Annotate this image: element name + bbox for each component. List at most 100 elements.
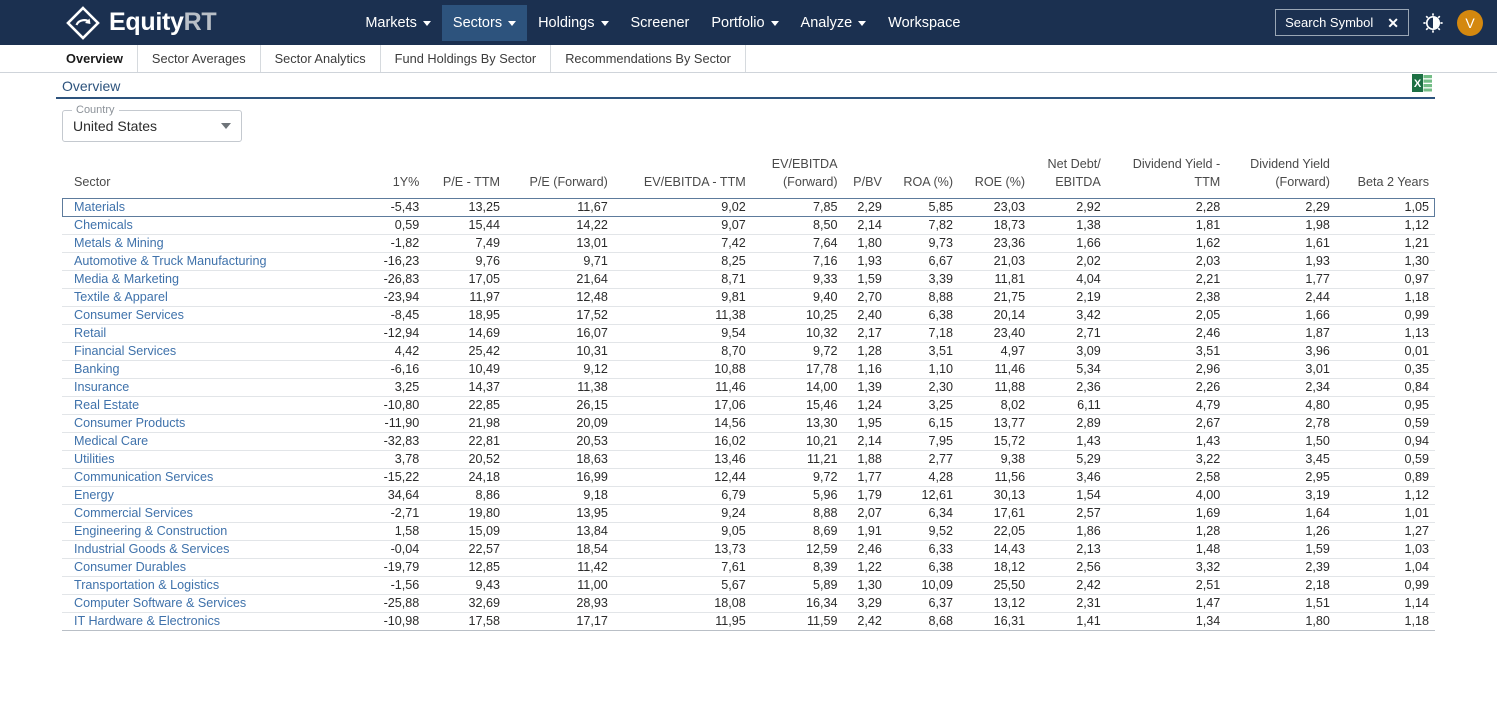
sector-link[interactable]: Engineering & Construction [62, 522, 372, 540]
table-row[interactable]: Banking-6,1610,499,1210,8817,781,161,101… [62, 360, 1435, 378]
metric-cell: 1,28 [844, 342, 888, 360]
sector-link[interactable]: Consumer Services [62, 306, 372, 324]
nav-item-analyze[interactable]: Analyze [790, 5, 878, 41]
table-row[interactable]: Industrial Goods & Services-0,0422,5718,… [62, 540, 1435, 558]
column-header-sector[interactable]: Sector [62, 154, 372, 198]
sector-link[interactable]: Insurance [62, 378, 372, 396]
metric-cell: 2,38 [1107, 288, 1227, 306]
sector-link[interactable]: Chemicals [62, 216, 372, 234]
nav-label-screener: Screener [631, 15, 690, 31]
nav-label-holdings: Holdings [538, 15, 594, 31]
sector-link[interactable]: Automotive & Truck Manufacturing [62, 252, 372, 270]
table-row[interactable]: Media & Marketing-26,8317,0521,648,719,3… [62, 270, 1435, 288]
metric-cell: 4,28 [888, 468, 959, 486]
sector-link[interactable]: Computer Software & Services [62, 594, 372, 612]
column-header-net-debt-ebitda[interactable]: Net Debt/ EBITDA [1031, 154, 1107, 198]
tab-fund-holdings-by-sector[interactable]: Fund Holdings By Sector [381, 45, 552, 72]
column-header-roa[interactable]: ROA (%) [888, 154, 959, 198]
table-row[interactable]: Transportation & Logistics-1,569,4311,00… [62, 576, 1435, 594]
sector-link[interactable]: Textile & Apparel [62, 288, 372, 306]
column-header-pe-ttm[interactable]: P/E - TTM [425, 154, 506, 198]
nav-item-sectors[interactable]: Sectors [442, 5, 527, 41]
sector-link[interactable]: IT Hardware & Electronics [62, 612, 372, 630]
tab-sector-analytics[interactable]: Sector Analytics [261, 45, 381, 72]
table-row[interactable]: Consumer Services-8,4518,9517,5211,3810,… [62, 306, 1435, 324]
nav-item-markets[interactable]: Markets [354, 5, 442, 41]
tab-sector-averages[interactable]: Sector Averages [138, 45, 261, 72]
table-row[interactable]: Engineering & Construction1,5815,0913,84… [62, 522, 1435, 540]
metric-cell: 2,05 [1107, 306, 1227, 324]
metric-cell: 15,44 [425, 216, 506, 234]
nav-item-workspace[interactable]: Workspace [877, 5, 971, 41]
column-header-pbv[interactable]: P/BV [844, 154, 888, 198]
table-row[interactable]: Chemicals0,5915,4414,229,078,502,147,821… [62, 216, 1435, 234]
table-row[interactable]: Commercial Services-2,7119,8013,959,248,… [62, 504, 1435, 522]
sector-link[interactable]: Consumer Durables [62, 558, 372, 576]
metric-cell: 2,18 [1226, 576, 1336, 594]
column-header-dividend-yield-ttm[interactable]: Dividend Yield - TTM [1107, 154, 1227, 198]
table-row[interactable]: Insurance3,2514,3711,3811,4614,001,392,3… [62, 378, 1435, 396]
table-row[interactable]: Computer Software & Services-25,8832,692… [62, 594, 1435, 612]
table-row[interactable]: Metals & Mining-1,827,4913,017,427,641,8… [62, 234, 1435, 252]
sector-link[interactable]: Retail [62, 324, 372, 342]
avatar[interactable]: V [1457, 10, 1483, 36]
sector-link[interactable]: Transportation & Logistics [62, 576, 372, 594]
country-select[interactable]: Country United States [62, 110, 242, 142]
table-row[interactable]: Utilities3,7820,5218,6313,4611,211,882,7… [62, 450, 1435, 468]
sector-link[interactable]: Media & Marketing [62, 270, 372, 288]
column-header-ev-ebitda-forward[interactable]: EV/EBITDA (Forward) [752, 154, 844, 198]
nav-item-screener[interactable]: Screener [620, 5, 701, 41]
metric-cell: 10,21 [752, 432, 844, 450]
metric-cell: 13,01 [506, 234, 614, 252]
sector-link[interactable]: Communication Services [62, 468, 372, 486]
sector-link[interactable]: Energy [62, 486, 372, 504]
sector-link[interactable]: Materials [62, 198, 372, 216]
table-row[interactable]: Consumer Durables-19,7912,8511,427,618,3… [62, 558, 1435, 576]
table-row[interactable]: Real Estate-10,8022,8526,1517,0615,461,2… [62, 396, 1435, 414]
sector-link[interactable]: Banking [62, 360, 372, 378]
metric-cell: 1,13 [1336, 324, 1435, 342]
table-row[interactable]: IT Hardware & Electronics-10,9817,5817,1… [62, 612, 1435, 630]
sector-link[interactable]: Consumer Products [62, 414, 372, 432]
tab-overview[interactable]: Overview [56, 45, 138, 72]
table-row[interactable]: Automotive & Truck Manufacturing-16,239,… [62, 252, 1435, 270]
metric-cell: 22,05 [959, 522, 1031, 540]
gear-icon[interactable] [1421, 11, 1445, 35]
tab-recommendations-by-sector[interactable]: Recommendations By Sector [551, 45, 746, 72]
sector-link[interactable]: Metals & Mining [62, 234, 372, 252]
sector-link[interactable]: Financial Services [62, 342, 372, 360]
nav-label-sectors: Sectors [453, 15, 502, 31]
table-row[interactable]: Communication Services-15,2224,1816,9912… [62, 468, 1435, 486]
search-symbol-box[interactable]: Search Symbol ✕ [1275, 9, 1409, 36]
metric-cell: 2,51 [1107, 576, 1227, 594]
nav-item-portfolio[interactable]: Portfolio [700, 5, 789, 41]
table-row[interactable]: Consumer Products-11,9021,9820,0914,5613… [62, 414, 1435, 432]
column-header-beta-2-years[interactable]: Beta 2 Years [1336, 154, 1435, 198]
sector-link[interactable]: Commercial Services [62, 504, 372, 522]
sector-link[interactable]: Utilities [62, 450, 372, 468]
excel-export-icon[interactable]: X [1411, 73, 1433, 93]
chevron-down-icon [221, 123, 231, 129]
metric-cell: 1,59 [1226, 540, 1336, 558]
sector-link[interactable]: Medical Care [62, 432, 372, 450]
table-row[interactable]: Textile & Apparel-23,9411,9712,489,819,4… [62, 288, 1435, 306]
column-header-dividend-yield-forward[interactable]: Dividend Yield (Forward) [1226, 154, 1336, 198]
column-header-roe[interactable]: ROE (%) [959, 154, 1031, 198]
metric-cell: 1,64 [1226, 504, 1336, 522]
metric-cell: 18,08 [614, 594, 752, 612]
column-header-1y-percent[interactable]: 1Y% [372, 154, 425, 198]
table-row[interactable]: Materials-5,4313,2511,679,027,852,295,85… [62, 198, 1435, 216]
column-header-pe-forward[interactable]: P/E (Forward) [506, 154, 614, 198]
table-row[interactable]: Financial Services4,4225,4210,318,709,72… [62, 342, 1435, 360]
column-header-ev-ebitda-ttm[interactable]: EV/EBITDA - TTM [614, 154, 752, 198]
metric-cell: 1,01 [1336, 504, 1435, 522]
table-row[interactable]: Retail-12,9414,6916,079,5410,322,177,182… [62, 324, 1435, 342]
metric-cell: 3,25 [888, 396, 959, 414]
nav-item-holdings[interactable]: Holdings [527, 5, 619, 41]
table-row[interactable]: Medical Care-32,8322,8120,5316,0210,212,… [62, 432, 1435, 450]
brand-logo-area[interactable]: EquityRT [66, 6, 216, 40]
sector-link[interactable]: Real Estate [62, 396, 372, 414]
close-icon[interactable]: ✕ [1387, 16, 1399, 30]
sector-link[interactable]: Industrial Goods & Services [62, 540, 372, 558]
table-row[interactable]: Energy34,648,869,186,795,961,7912,6130,1… [62, 486, 1435, 504]
